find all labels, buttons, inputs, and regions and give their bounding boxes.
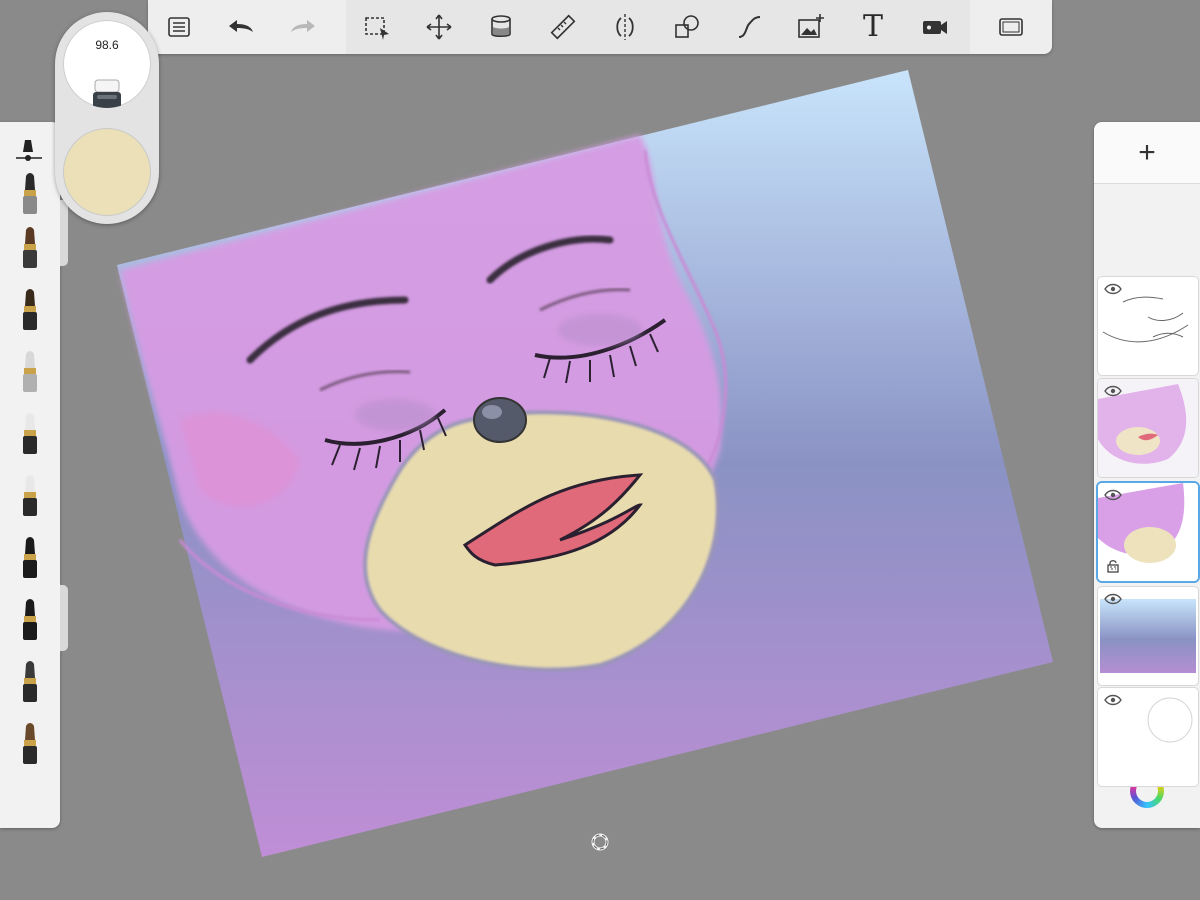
- eye-icon[interactable]: [1104, 593, 1122, 605]
- undo-button[interactable]: [210, 0, 272, 54]
- brush-size-preview[interactable]: 98.6: [63, 20, 151, 108]
- text-icon: T: [862, 9, 883, 44]
- eye-icon[interactable]: [1104, 283, 1122, 295]
- brush-preview-puck[interactable]: 98.6: [55, 12, 159, 224]
- ruler-icon: [550, 14, 576, 40]
- list-icon: [168, 17, 190, 37]
- menu-button[interactable]: [148, 0, 210, 54]
- selection-tool-button[interactable]: [346, 0, 408, 54]
- eye-icon[interactable]: [1104, 694, 1122, 706]
- brush-marker-a[interactable]: [0, 404, 60, 464]
- redo-button[interactable]: [272, 0, 334, 54]
- eye-icon[interactable]: [1104, 489, 1122, 501]
- fullscreen-button[interactable]: [970, 0, 1052, 54]
- time-lapse-button[interactable]: [904, 0, 966, 54]
- shapes-icon: [675, 15, 699, 38]
- shape-tool-button[interactable]: [656, 0, 718, 54]
- drawing-canvas[interactable]: [0, 0, 1200, 900]
- brush-flat-a-icon: [23, 661, 37, 702]
- redo-icon: [291, 20, 315, 32]
- brush-chisel-a-icon: [23, 537, 37, 578]
- toolbar-view-group: [970, 0, 1052, 54]
- brush-ink-icon: [23, 289, 37, 330]
- brush-flat-b-icon: [23, 723, 37, 764]
- transform-tool-button[interactable]: [408, 0, 470, 54]
- transform-icon: [426, 14, 452, 40]
- undo-icon: [229, 20, 253, 32]
- brush-paint[interactable]: [0, 218, 60, 278]
- eye-icon[interactable]: [1104, 385, 1122, 397]
- brush-pencil-icon: [23, 173, 37, 214]
- toolbar-tools-group: T: [346, 0, 970, 54]
- layer-color[interactable]: [1098, 379, 1198, 477]
- brush-ink[interactable]: [0, 280, 60, 340]
- brush-pencil[interactable]: [0, 164, 60, 224]
- brush-palette: [0, 122, 60, 828]
- add-image-button[interactable]: [780, 0, 842, 54]
- brush-marker-b[interactable]: [0, 466, 60, 526]
- layer-gradient[interactable]: [1098, 587, 1198, 685]
- toolbar-history-group: [148, 0, 346, 54]
- text-tool-button[interactable]: T: [842, 0, 904, 54]
- top-toolbar: T: [148, 0, 1052, 54]
- brush-palette-scroll-tab-top[interactable]: [60, 200, 68, 266]
- brush-airbrush-icon: [23, 351, 37, 392]
- symmetry-tool-button[interactable]: [594, 0, 656, 54]
- fill-bucket-icon: [491, 15, 511, 38]
- layer-background[interactable]: [1098, 688, 1198, 786]
- ruler-tool-button[interactable]: [532, 0, 594, 54]
- eraser-icon: [93, 79, 121, 108]
- layers-panel: +: [1094, 122, 1200, 828]
- lock-icon[interactable]: [1106, 559, 1120, 573]
- video-camera-icon: [923, 21, 947, 34]
- artwork[interactable]: [0, 0, 1200, 900]
- rotate-canvas-icon[interactable]: [590, 832, 610, 852]
- add-layer-button[interactable]: +: [1094, 122, 1200, 184]
- brush-flat-a[interactable]: [0, 652, 60, 712]
- brush-chisel-b-icon: [23, 599, 37, 640]
- fill-tool-button[interactable]: [470, 0, 532, 54]
- brush-size-value: 98.6: [95, 38, 119, 52]
- brush-palette-scroll-tab-bottom[interactable]: [60, 585, 68, 651]
- brush-chisel-b[interactable]: [0, 590, 60, 650]
- brush-marker-b-icon: [23, 475, 37, 516]
- curve-tool-button[interactable]: [718, 0, 780, 54]
- brush-paint-icon: [23, 227, 37, 268]
- brush-flat-b[interactable]: [0, 714, 60, 774]
- curve-icon: [738, 16, 761, 38]
- brush-chisel-a[interactable]: [0, 528, 60, 588]
- symmetry-icon: [616, 14, 634, 40]
- layer-paint[interactable]: [1098, 483, 1198, 581]
- current-color-swatch[interactable]: [63, 128, 151, 216]
- selection-icon: [365, 17, 389, 40]
- nose: [473, 397, 527, 443]
- brush-airbrush[interactable]: [0, 342, 60, 402]
- brush-marker-a-icon: [23, 413, 37, 454]
- fullscreen-icon: [999, 18, 1023, 36]
- layer-sketch[interactable]: [1098, 277, 1198, 375]
- add-image-icon: [798, 14, 824, 38]
